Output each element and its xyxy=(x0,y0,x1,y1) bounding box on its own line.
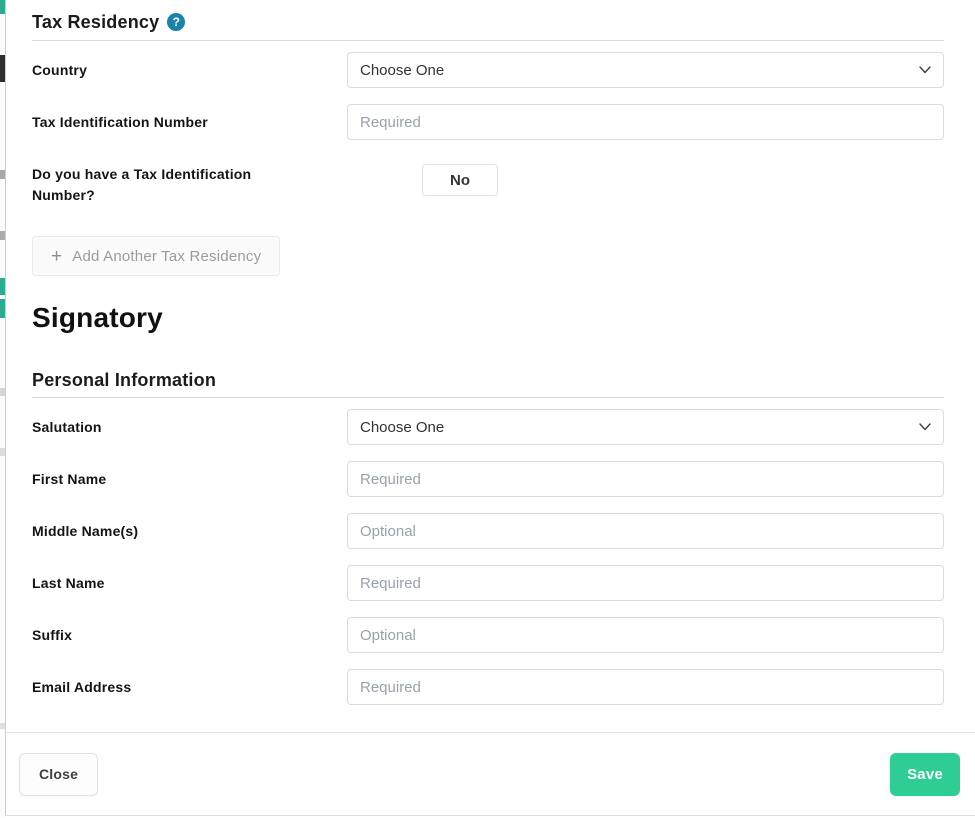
tin-row: Tax Identification Number xyxy=(32,104,944,140)
signatory-title: Signatory xyxy=(32,302,163,333)
last-name-field xyxy=(347,565,944,601)
save-button[interactable]: Save xyxy=(890,752,960,796)
divider xyxy=(32,397,944,398)
last-name-row: Last Name xyxy=(32,565,944,601)
tax-residency-header: Tax Residency ? xyxy=(32,10,944,34)
plus-icon: + xyxy=(51,245,63,267)
middle-name-field xyxy=(347,513,944,549)
suffix-label: Suffix xyxy=(32,627,73,643)
has-tin-toggle-button[interactable]: No xyxy=(422,164,498,196)
add-tax-residency-label: Add Another Tax Residency xyxy=(72,247,262,265)
tin-label: Tax Identification Number xyxy=(32,114,208,130)
help-icon[interactable]: ? xyxy=(167,13,186,31)
last-name-label: Last Name xyxy=(32,575,105,591)
email-label: Email Address xyxy=(32,679,132,695)
form-modal: Tax Residency ? Country Choose One Tax I… xyxy=(5,0,975,816)
modal-footer: Close Save xyxy=(6,732,975,815)
suffix-row: Suffix xyxy=(32,617,944,653)
suffix-field xyxy=(347,617,944,653)
salutation-select[interactable]: Choose One xyxy=(347,409,944,445)
divider xyxy=(32,40,944,41)
has-tin-field: No xyxy=(347,156,944,206)
personal-information-title: Personal Information xyxy=(32,370,217,390)
tin-field xyxy=(347,104,944,140)
first-name-label: First Name xyxy=(32,471,107,487)
middle-name-label: Middle Name(s) xyxy=(32,523,139,539)
first-name-input[interactable] xyxy=(347,461,944,497)
email-field xyxy=(347,669,944,705)
has-tin-label: Do you have a Tax Identification Number? xyxy=(32,166,252,203)
salutation-field: Choose One xyxy=(347,409,944,445)
middle-name-row: Middle Name(s) xyxy=(32,513,944,549)
country-row: Country Choose One xyxy=(32,52,944,88)
email-row: Email Address xyxy=(32,669,944,705)
form-content: Tax Residency ? Country Choose One Tax I… xyxy=(6,0,975,732)
suffix-input[interactable] xyxy=(347,617,944,653)
first-name-field xyxy=(347,461,944,497)
close-button[interactable]: Close xyxy=(19,752,99,796)
country-select[interactable]: Choose One xyxy=(347,52,944,88)
first-name-row: First Name xyxy=(32,461,944,497)
salutation-row: Salutation Choose One xyxy=(32,409,944,445)
middle-name-input[interactable] xyxy=(347,513,944,549)
add-tax-residency-button[interactable]: + Add Another Tax Residency xyxy=(32,236,281,276)
tax-residency-title: Tax Residency xyxy=(32,11,160,32)
country-field: Choose One xyxy=(347,52,944,88)
last-name-input[interactable] xyxy=(347,565,944,601)
has-tin-row: Do you have a Tax Identification Number?… xyxy=(32,156,944,206)
email-input[interactable] xyxy=(347,669,944,705)
salutation-label: Salutation xyxy=(32,419,102,435)
tin-input[interactable] xyxy=(347,104,944,140)
country-label: Country xyxy=(32,62,88,78)
